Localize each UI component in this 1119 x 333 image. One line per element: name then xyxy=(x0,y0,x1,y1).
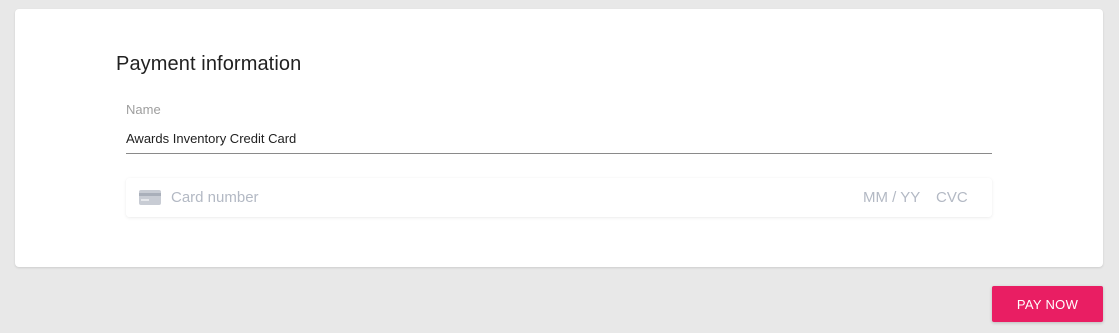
name-field[interactable] xyxy=(126,124,992,154)
payment-title: Payment information xyxy=(116,53,302,75)
expiry-input[interactable] xyxy=(863,178,931,217)
card-details-field[interactable] xyxy=(126,178,992,217)
credit-card-icon xyxy=(139,190,161,205)
card-number-input[interactable] xyxy=(171,178,771,217)
pay-now-button[interactable]: PAY NOW xyxy=(992,286,1103,322)
payment-card: Payment information Name xyxy=(15,9,1103,267)
cvc-input[interactable] xyxy=(936,178,981,217)
name-field-label: Name xyxy=(126,102,161,117)
